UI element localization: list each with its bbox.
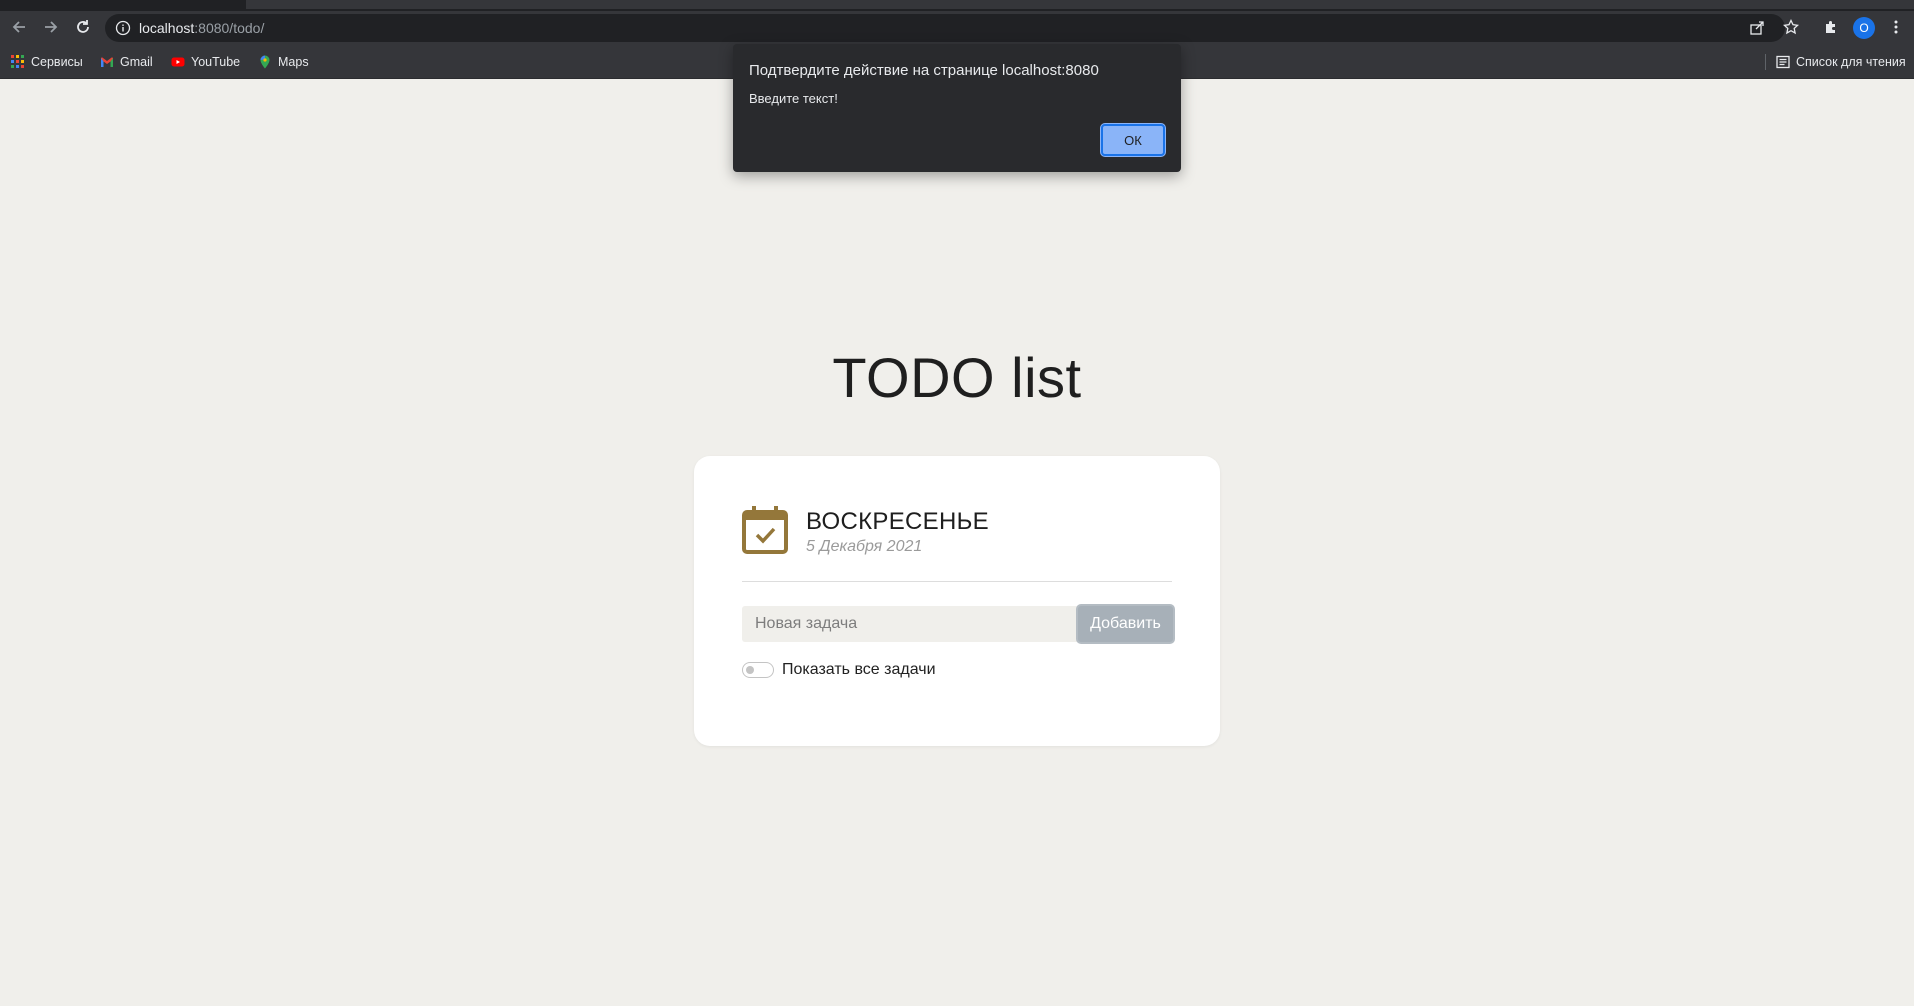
dialog-message: Введите текст! bbox=[749, 91, 838, 106]
reload-icon bbox=[77, 20, 89, 33]
bookmark-label: YouTube bbox=[191, 55, 241, 69]
url-path: :8080/todo/ bbox=[194, 20, 265, 36]
address-bar[interactable]: localhost:8080/todo/ bbox=[105, 14, 1785, 42]
forward-arrow-icon bbox=[45, 21, 58, 33]
site-info-icon[interactable] bbox=[115, 20, 131, 36]
bookmark-label: Maps bbox=[278, 55, 309, 69]
toggle-knob bbox=[746, 666, 754, 674]
bookmark-youtube[interactable]: YouTube bbox=[171, 54, 240, 70]
star-icon bbox=[1783, 19, 1799, 35]
reading-list-label: Список для чтения bbox=[1796, 55, 1906, 69]
menu-button[interactable] bbox=[1886, 17, 1906, 37]
calendar-check-icon bbox=[742, 506, 788, 554]
gmail-icon bbox=[101, 57, 113, 67]
page-title: TODO list bbox=[832, 346, 1082, 409]
show-all-toggle[interactable] bbox=[742, 662, 774, 678]
new-task-input[interactable] bbox=[742, 606, 1078, 642]
bookmark-label: Сервисы bbox=[31, 55, 83, 69]
reading-list-icon bbox=[1776, 55, 1790, 69]
bookmark-services[interactable]: Сервисы bbox=[11, 54, 83, 70]
dialog-title: Подтвердите действие на странице localho… bbox=[749, 62, 1099, 79]
bookmark-maps[interactable]: Maps bbox=[258, 54, 309, 70]
url-text: localhost:8080/todo/ bbox=[139, 20, 264, 36]
profile-avatar[interactable]: O bbox=[1853, 17, 1875, 39]
reading-list-button[interactable]: Список для чтения bbox=[1776, 54, 1906, 70]
todo-card: ВОСКРЕСЕНЬЕ 5 Декабря 2021 Добавить Пока… bbox=[694, 456, 1220, 746]
show-all-label: Показать все задачи bbox=[782, 661, 936, 678]
tab-strip-area bbox=[246, 0, 1914, 9]
back-arrow-icon bbox=[12, 21, 25, 33]
bookmark-star-button[interactable] bbox=[1781, 17, 1801, 37]
forward-button[interactable] bbox=[38, 14, 64, 40]
back-button[interactable] bbox=[6, 14, 32, 40]
add-task-button[interactable]: Добавить bbox=[1076, 604, 1175, 644]
kebab-menu-icon bbox=[1894, 20, 1898, 34]
dialog-ok-button[interactable]: ОК bbox=[1101, 124, 1165, 156]
weekday-heading: ВОСКРЕСЕНЬЕ bbox=[806, 508, 989, 535]
reload-button[interactable] bbox=[70, 14, 96, 40]
bookmark-label: Gmail bbox=[120, 55, 153, 69]
url-host: localhost bbox=[139, 20, 195, 36]
extensions-button[interactable] bbox=[1821, 17, 1841, 37]
confirm-dialog: Подтвердите действие на странице localho… bbox=[733, 44, 1181, 172]
date-subtitle: 5 Декабря 2021 bbox=[806, 538, 923, 555]
card-divider bbox=[742, 581, 1172, 582]
browser-toolbar: localhost:8080/todo/ O bbox=[0, 11, 1914, 45]
puzzle-icon bbox=[1826, 21, 1835, 33]
bookmarks-divider bbox=[1765, 54, 1766, 70]
youtube-icon bbox=[171, 57, 185, 67]
maps-pin-icon bbox=[260, 55, 270, 69]
share-icon[interactable] bbox=[1749, 20, 1765, 36]
tab-strip bbox=[0, 0, 1914, 11]
apps-grid-icon bbox=[11, 55, 24, 68]
bookmark-gmail[interactable]: Gmail bbox=[100, 54, 153, 70]
